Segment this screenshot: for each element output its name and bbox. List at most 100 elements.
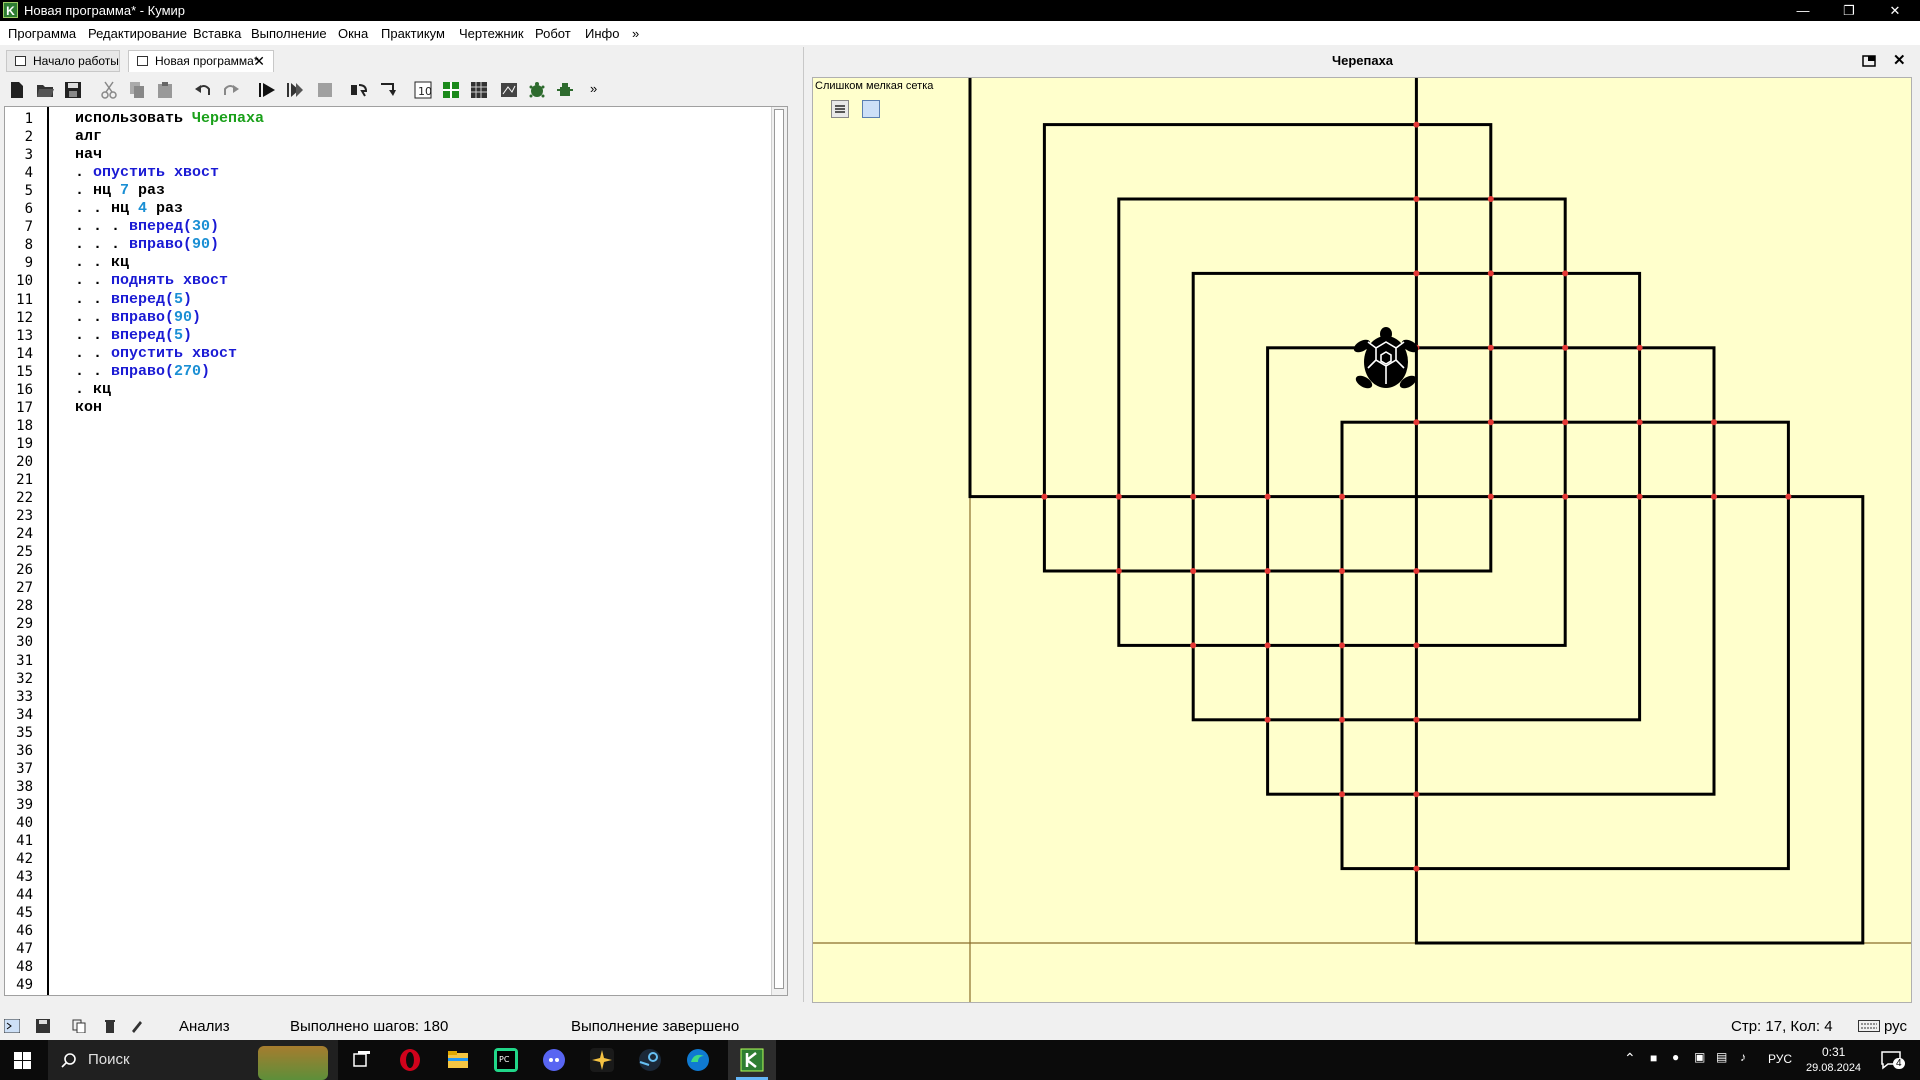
discord-icon[interactable] xyxy=(542,1048,566,1072)
open-file-icon[interactable] xyxy=(36,81,54,99)
code-token: ) xyxy=(192,308,202,326)
step-run-icon[interactable] xyxy=(286,81,304,99)
code-token: использовать xyxy=(75,110,193,127)
tab-start[interactable]: Начало работы xyxy=(6,50,120,72)
intersection-dot xyxy=(1562,344,1569,351)
line-number: 7 xyxy=(24,219,33,236)
tray-expand-icon[interactable]: ⌃ xyxy=(1624,1050,1636,1067)
windows-start-icon[interactable] xyxy=(14,1052,31,1069)
turtle-canvas[interactable]: Слишком мелкая сетка xyxy=(812,77,1912,1003)
menu-edit[interactable]: Редактирование xyxy=(88,26,187,41)
menu-program[interactable]: Программа xyxy=(8,26,76,41)
restore-button[interactable]: ❐ xyxy=(1826,0,1872,21)
kumir-taskbar-button[interactable] xyxy=(728,1040,776,1080)
robot-field-icon[interactable] xyxy=(442,81,460,99)
intersection-dot xyxy=(1562,419,1569,426)
code-line[interactable]: алг xyxy=(75,128,102,145)
intersection-dot xyxy=(1785,493,1792,500)
pycharm-icon[interactable]: PC xyxy=(494,1048,518,1072)
tray-date[interactable]: 29.08.2024 xyxy=(1806,1062,1861,1074)
tray-app-icon[interactable]: ▣ xyxy=(1694,1050,1705,1064)
code-line[interactable]: . . . вправо(90) xyxy=(75,236,219,253)
menu-practicum[interactable]: Практикум xyxy=(381,26,445,41)
code-line[interactable]: . . кц xyxy=(75,254,129,271)
line-number: 20 xyxy=(16,453,33,470)
step-into-icon[interactable] xyxy=(378,81,396,99)
edit-icon[interactable] xyxy=(130,1019,144,1033)
console-icon[interactable] xyxy=(4,1019,20,1033)
variables-icon[interactable]: 10 xyxy=(414,81,432,99)
line-number-gutter: 1 2 3 4 5 6 7 8 9 10 11 12 13 14 15 16 17 18 19 20 21 22 23 24 2… xyxy=(5,107,49,995)
tray-time[interactable]: 0:31 xyxy=(1822,1045,1845,1059)
code-line[interactable]: использовать Черепаха xyxy=(75,110,264,127)
menu-run[interactable]: Выполнение xyxy=(251,26,327,41)
cut-icon[interactable] xyxy=(100,81,118,99)
run-icon[interactable] xyxy=(258,81,276,99)
menu-button[interactable] xyxy=(831,100,849,118)
line-number: 34 xyxy=(16,706,33,723)
menu-more[interactable]: » xyxy=(632,26,639,41)
stop-icon[interactable] xyxy=(316,81,334,99)
opera-icon[interactable] xyxy=(398,1048,422,1072)
tray-camera-icon[interactable]: ■ xyxy=(1650,1051,1657,1065)
close-button[interactable]: ✕ xyxy=(1872,0,1918,21)
menu-robot[interactable]: Робот xyxy=(535,26,571,41)
drawer-icon[interactable] xyxy=(500,81,518,99)
close-tab-icon[interactable]: ✕ xyxy=(253,51,265,71)
menu-windows[interactable]: Окна xyxy=(338,26,368,41)
code-line[interactable]: . . вперед(5) xyxy=(75,291,192,308)
edge-icon[interactable] xyxy=(686,1048,710,1072)
code-line[interactable]: . . нц 4 раз xyxy=(75,200,183,217)
code-line[interactable]: . . вперед(5) xyxy=(75,327,192,344)
paste-icon[interactable] xyxy=(156,81,174,99)
code-editor[interactable]: 1 2 3 4 5 6 7 8 9 10 11 12 13 14 15 16 17 18 19 20 21 22 23 24 2… xyxy=(4,106,788,996)
new-file-icon[interactable] xyxy=(8,81,26,99)
float-window-icon[interactable] xyxy=(1862,55,1876,67)
close-icon[interactable]: ✕ xyxy=(1893,51,1906,69)
step-over-icon[interactable] xyxy=(350,81,368,99)
table-icon[interactable] xyxy=(470,81,488,99)
minimize-button[interactable]: — xyxy=(1780,0,1826,21)
scrollbar-thumb[interactable] xyxy=(774,109,784,989)
code-line[interactable]: . . вправо(270) xyxy=(75,363,210,380)
copy-console-icon[interactable] xyxy=(72,1019,86,1033)
code-line[interactable]: . нц 7 раз xyxy=(75,182,165,199)
clear-icon[interactable] xyxy=(104,1019,116,1033)
menu-info[interactable]: Инфо xyxy=(585,26,619,41)
code-line[interactable]: . кц xyxy=(75,381,111,398)
save-icon[interactable] xyxy=(64,81,82,99)
code-line[interactable]: . . опустить хвост xyxy=(75,345,237,362)
line-number: 32 xyxy=(16,670,33,687)
turtle-icon[interactable] xyxy=(528,81,546,99)
save-console-icon[interactable] xyxy=(36,1019,52,1033)
tray-language[interactable]: РУС xyxy=(1768,1052,1792,1066)
line-number: 29 xyxy=(16,616,33,633)
steam-icon[interactable] xyxy=(638,1048,662,1072)
notifications-button[interactable]: 4 xyxy=(1880,1050,1905,1070)
robot-icon[interactable] xyxy=(556,81,574,99)
color-swatch-button[interactable] xyxy=(862,100,880,118)
volume-icon[interactable]: ♪ xyxy=(1740,1050,1746,1064)
task-view-icon[interactable] xyxy=(350,1048,374,1072)
explorer-icon[interactable] xyxy=(446,1048,470,1072)
code-line[interactable]: кон xyxy=(75,399,102,416)
code-line[interactable]: нач xyxy=(75,146,102,163)
code-line[interactable]: . . поднять хвост xyxy=(75,272,228,289)
toolbar-more[interactable]: » xyxy=(590,81,597,96)
undo-icon[interactable] xyxy=(194,81,212,99)
redo-icon[interactable] xyxy=(222,81,240,99)
code-line[interactable]: . . . вперед(30) xyxy=(75,218,219,235)
editor-scrollbar[interactable] xyxy=(771,107,787,995)
code-token: . . xyxy=(75,272,112,290)
code-line[interactable]: . опустить хвост xyxy=(75,164,219,181)
app-icon[interactable] xyxy=(590,1048,614,1072)
code-line[interactable]: . . вправо(90) xyxy=(75,309,201,326)
line-number: 22 xyxy=(16,490,33,507)
line-number: 41 xyxy=(16,833,33,849)
menu-insert[interactable]: Вставка xyxy=(193,26,241,41)
menu-drawer[interactable]: Чертежник xyxy=(459,26,524,41)
network-icon[interactable]: ▤ xyxy=(1716,1050,1727,1064)
copy-icon[interactable] xyxy=(128,81,146,99)
tab-new-program[interactable]: Новая программа* ✕ xyxy=(128,50,274,72)
microphone-icon[interactable]: ● xyxy=(1672,1050,1679,1064)
